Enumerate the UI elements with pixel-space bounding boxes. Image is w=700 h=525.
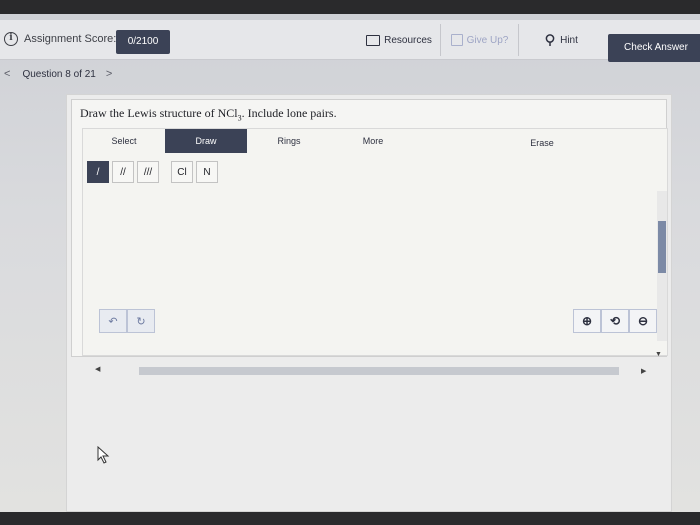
score-value: 0/2100 [116,30,170,54]
molecule-editor[interactable]: Select Draw Rings More Erase / // /// Cl… [82,128,669,375]
scroll-down-icon[interactable]: ▼ [655,351,662,358]
question-counter: Question 8 of 21 [22,68,96,80]
undo-redo-group: ↶ ↻ [99,309,155,333]
editor-tabs: Select Draw Rings More Erase [83,129,669,157]
scroll-left-icon[interactable]: ◀ [95,365,100,373]
scroll-right-icon[interactable]: ▶ [641,367,646,375]
folder-icon [366,34,381,46]
assignment-score: i Assignment Score: [4,32,116,46]
redo-icon[interactable]: ↻ [127,309,155,333]
zoom-reset-icon[interactable]: ⟲ [601,309,629,333]
mouse-cursor-icon [97,446,110,464]
question-nav: < Question 8 of 21 > [4,68,112,80]
zoom-in-icon[interactable]: ⊕ [573,309,601,333]
give-up-label: Give Up? [466,34,509,46]
question-card: Draw the Lewis structure of NCl3. Includ… [66,94,672,512]
previous-question-icon[interactable]: < [4,68,10,80]
check-answer-button[interactable]: Check Answer [608,34,700,62]
question-prompt: Draw the Lewis structure of NCl3. Includ… [80,106,337,122]
resources-label: Resources [384,34,432,46]
info-icon[interactable]: i [4,32,18,46]
nitrogen-atom-tool[interactable]: N [196,161,218,183]
undo-icon[interactable]: ↶ [99,309,127,333]
draw-tools: / // /// Cl N [87,161,218,183]
give-up-icon [450,34,463,46]
vertical-scrollbar[interactable] [657,191,667,341]
single-bond-tool[interactable]: / [87,161,109,183]
screen: i Assignment Score: 0/2100 Resources Giv… [0,14,700,512]
hint-label: Hint [560,34,578,46]
tab-erase[interactable]: Erase [415,129,669,157]
prompt-text-end: . Include lone pairs. [241,106,337,120]
double-bond-tool[interactable]: // [112,161,134,183]
horizontal-scrollbar[interactable] [139,367,619,375]
resources-button[interactable]: Resources [360,24,438,56]
hint-button[interactable]: Hint [518,24,604,56]
zoom-out-icon[interactable]: ⊖ [629,309,657,333]
prompt-text: Draw the Lewis structure of NCl [80,106,238,120]
vertical-scroll-thumb[interactable] [658,221,666,273]
top-bar: i Assignment Score: 0/2100 Resources Giv… [0,20,700,60]
tab-select[interactable]: Select [83,129,165,153]
tab-rings[interactable]: Rings [247,129,331,153]
chlorine-atom-tool[interactable]: Cl [171,161,193,183]
give-up-button[interactable]: Give Up? [440,24,518,56]
next-question-icon[interactable]: > [106,68,112,80]
question-panel: Draw the Lewis structure of NCl3. Includ… [71,99,669,375]
tab-more[interactable]: More [331,129,415,153]
zoom-group: ⊕ ⟲ ⊖ [573,309,657,333]
triple-bond-tool[interactable]: /// [137,161,159,183]
tab-draw[interactable]: Draw [165,129,247,153]
lightbulb-icon [545,33,555,46]
assignment-score-label: Assignment Score: [24,33,117,45]
